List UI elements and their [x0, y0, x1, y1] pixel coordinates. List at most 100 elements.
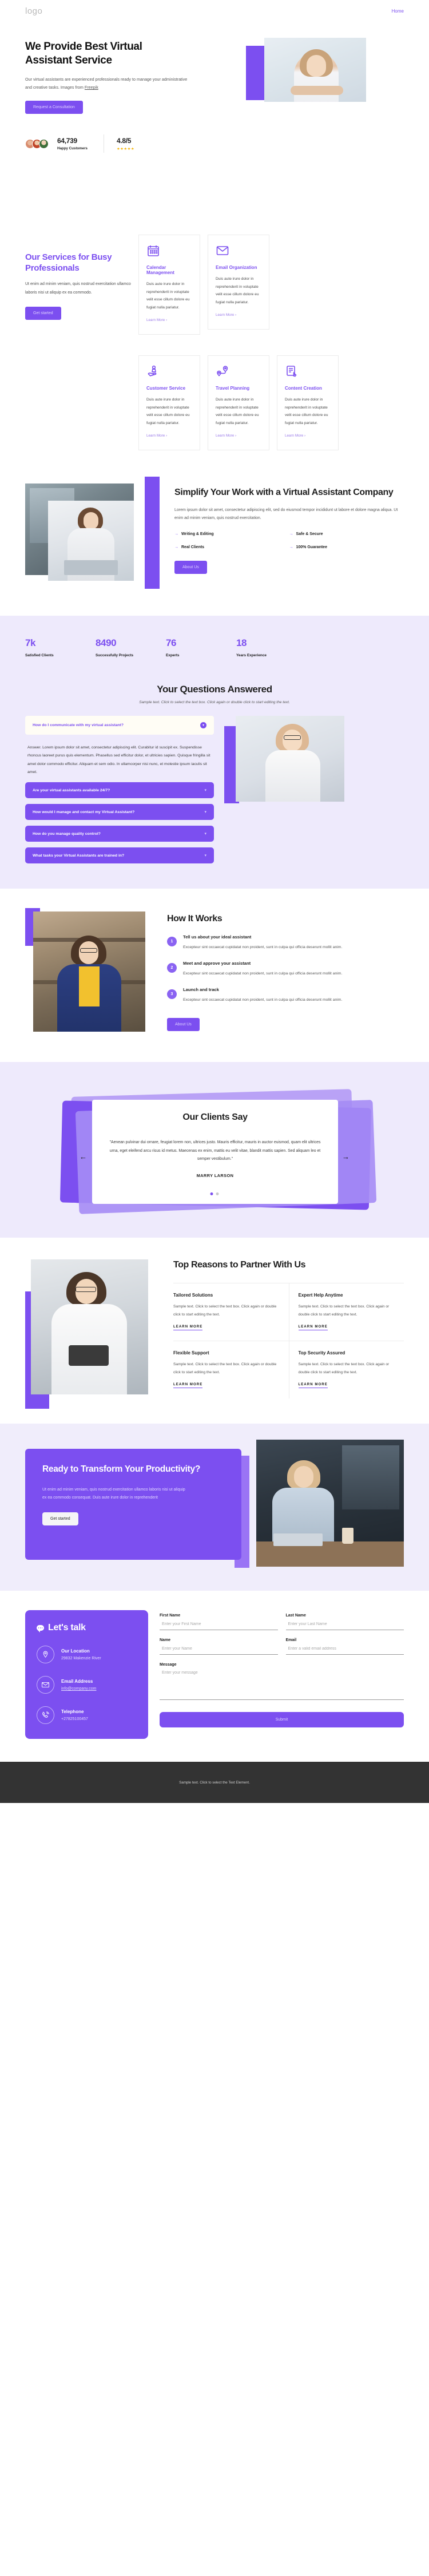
service-card-text: Duis aute irure dolor in reprehenderit i… — [216, 277, 259, 304]
nav-item-home[interactable]: Home — [392, 9, 404, 14]
map-pin-route-icon — [216, 364, 261, 379]
envelope-icon — [37, 1676, 54, 1694]
learn-more-link[interactable]: Learn More › — [146, 434, 167, 438]
service-card-title: Content Creation — [285, 386, 322, 391]
chevron-down-icon[interactable]: ▾ — [204, 853, 206, 858]
logo[interactable]: logo — [25, 6, 42, 16]
reason-text: Sample text. Click to select the text bo… — [173, 1362, 277, 1374]
about-us-button[interactable]: About Us — [167, 1017, 200, 1031]
assistant-photo — [48, 501, 134, 581]
reason-text: Sample text. Click to select the text bo… — [298, 1304, 390, 1317]
reasons-section: Top Reasons to Partner With Us Tailored … — [0, 1238, 429, 1424]
submit-button[interactable]: Submit — [160, 1712, 404, 1728]
service-card-customer-service[interactable]: Customer Service Duis aute irure dolor i… — [138, 355, 200, 451]
learn-more-link[interactable]: LEARN MORE — [173, 1325, 203, 1331]
learn-more-link[interactable]: LEARN MORE — [173, 1383, 203, 1389]
get-started-button[interactable]: Get started — [42, 1512, 78, 1526]
learn-more-link[interactable]: LEARN MORE — [298, 1325, 328, 1331]
chevron-right-icon: › — [235, 313, 237, 318]
reason-item-flexible-support: Flexible Support Sample text. Click to s… — [173, 1341, 289, 1398]
step-number: 2 — [167, 963, 177, 973]
simplify-title: Simplify Your Work with a Virtual Assist… — [174, 488, 394, 498]
reasons-title: Top Reasons to Partner With Us — [173, 1260, 306, 1270]
stat-label: Successfully Projects — [96, 653, 134, 658]
faq-question: How would I manage and contact my Virtua… — [33, 810, 135, 814]
happy-customers-count: 64,739 — [57, 137, 77, 145]
faq-item[interactable]: Are your virtual assistants available 24… — [25, 782, 214, 799]
last-name-input[interactable] — [285, 1618, 404, 1631]
feature-item: → Writing & Editing — [174, 532, 214, 536]
message-textarea[interactable] — [160, 1667, 404, 1701]
learn-more-link[interactable]: Learn More › — [216, 434, 236, 438]
reason-title: Top Security Assured — [298, 1350, 345, 1356]
name-input[interactable] — [160, 1643, 278, 1655]
reason-title: Expert Help Anytime — [298, 1292, 343, 1298]
stat-years-experience: 18 Years Experience — [236, 637, 307, 657]
reason-title: Flexible Support — [173, 1350, 209, 1356]
about-us-button[interactable]: About Us — [174, 560, 207, 574]
request-consultation-button[interactable]: Request a Consultation — [25, 101, 83, 114]
email-input[interactable] — [285, 1643, 404, 1655]
stats-section: 7k Satisfied Clients 8490 Successfully P… — [0, 616, 429, 684]
testimonial-card: Our Clients Say "Aenean pulvinar dui orn… — [92, 1100, 338, 1204]
reason-item-top-security-assured: Top Security Assured Sample text. Click … — [288, 1341, 404, 1399]
stat-label: Years Experience — [236, 653, 267, 658]
hero-accent-block — [246, 46, 264, 100]
contact-item-title: Email Address — [61, 1679, 93, 1685]
location-pin-icon — [37, 1646, 54, 1664]
service-card-title: Email Organization — [216, 265, 257, 270]
reasons-content: Top Reasons to Partner With Us Tailored … — [173, 1259, 404, 1399]
carousel-dot-active[interactable] — [210, 1192, 213, 1196]
stats-row: 7k Satisfied Clients 8490 Successfully P… — [25, 637, 404, 657]
hero-image — [264, 38, 366, 102]
chevron-down-icon[interactable]: ▾ — [204, 810, 206, 814]
steps-list: 1 Tell us about your ideal assistant Exc… — [167, 934, 404, 1004]
service-card-calendar-management[interactable]: Calendar Management Duis aute irure dolo… — [138, 235, 200, 335]
chevron-right-icon: › — [304, 434, 306, 438]
footer-text: Sample text. Click to select the Text El… — [179, 1780, 250, 1785]
freepik-link[interactable]: Freepik — [85, 85, 98, 90]
feature-item: → Real Clients — [174, 545, 205, 549]
learn-more-link[interactable]: Learn More › — [285, 434, 305, 438]
feature-list: → Writing & Editing → Safe & Secure → Real … — [174, 532, 404, 558]
stat-value: 18 — [236, 637, 247, 649]
carousel-next-icon[interactable]: → — [342, 1152, 349, 1161]
services-section: Our Services for Busy Professionals Ut e… — [0, 211, 429, 355]
service-card-travel-planning[interactable]: Travel Planning Duis aute irure dolor in… — [208, 355, 269, 451]
faq-item[interactable]: How do you manage quality control? ▾ — [25, 826, 214, 842]
get-started-button[interactable]: Get started — [25, 306, 61, 320]
step-title: Meet and approve your assistant — [183, 961, 251, 966]
step-text: Excepteur sint occaecat cupidatat non pr… — [183, 945, 343, 950]
learn-more-link[interactable]: Learn More › — [216, 313, 236, 317]
learn-more-link[interactable]: LEARN MORE — [298, 1383, 328, 1389]
stat-label: Experts — [166, 653, 180, 658]
faq-section: Your Questions Answered Sample text. Cli… — [0, 684, 429, 889]
cta-section: Ready to Transform Your Productivity? Ut… — [0, 1424, 429, 1591]
name-label: Name — [160, 1638, 171, 1643]
avatar — [39, 138, 49, 149]
carousel-dots — [210, 1192, 219, 1196]
faq-item[interactable]: How would I manage and contact my Virtua… — [25, 804, 214, 821]
cta-text: Ut enim ad minim veniam, quis nostrud ex… — [42, 1487, 185, 1500]
chevron-down-icon[interactable]: ▾ — [204, 831, 206, 836]
chevron-right-icon: › — [235, 434, 237, 438]
rating-stars-icon: ★★★★★ — [116, 146, 135, 151]
first-name-input[interactable] — [160, 1618, 278, 1631]
faq-media — [224, 716, 345, 863]
faq-item-open[interactable]: How do I communicate with my virtual ass… — [25, 716, 214, 735]
contact-item-value[interactable]: info@company.com — [61, 1687, 96, 1691]
happy-customers-stat: 64,739 Happy Customers — [57, 137, 88, 150]
service-card-title: Travel Planning — [216, 386, 250, 391]
chevron-down-icon[interactable]: ▾ — [200, 722, 206, 729]
faq-question: Are your virtual assistants available 24… — [33, 788, 110, 792]
stat-value: 8490 — [96, 637, 117, 649]
faq-item[interactable]: What tasks your Virtual Assistants are t… — [25, 847, 214, 864]
hero-section: We Provide Best Virtual Assistant Servic… — [0, 22, 429, 211]
service-card-content-creation[interactable]: Content Creation Duis aute irure dolor i… — [277, 355, 339, 451]
service-card-email-organization[interactable]: Email Organization Duis aute irure dolor… — [208, 235, 269, 330]
step-number: 3 — [167, 989, 177, 1000]
carousel-prev-icon[interactable]: ← — [80, 1152, 87, 1161]
learn-more-link[interactable]: Learn More › — [146, 318, 167, 322]
chevron-down-icon[interactable]: ▾ — [204, 788, 206, 792]
carousel-dot[interactable] — [216, 1192, 219, 1196]
